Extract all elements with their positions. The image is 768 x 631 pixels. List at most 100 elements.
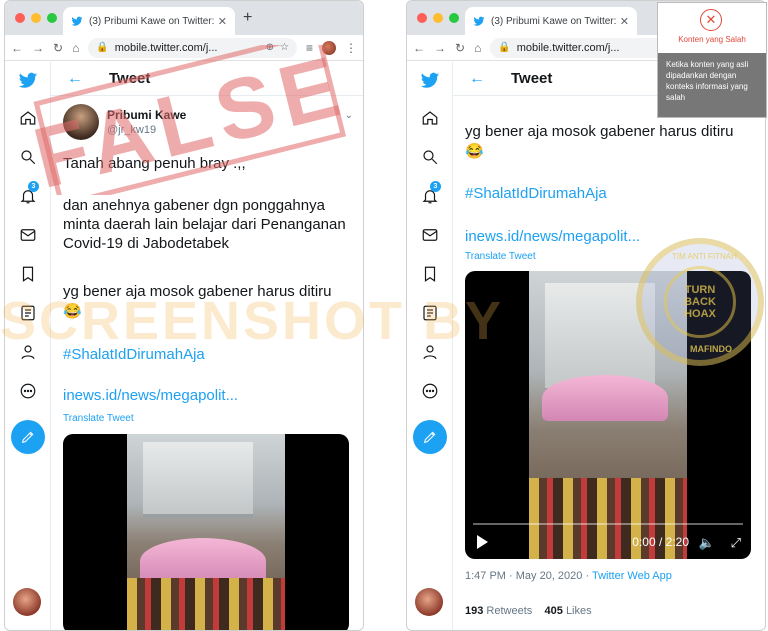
play-icon[interactable] — [477, 535, 488, 549]
fullscreen-icon[interactable]: ⤢ — [731, 535, 741, 551]
twitter-app: 3 ← Tweet Pribumi Kawe @jr_kw19 ⌄ Tanah … — [5, 62, 363, 630]
nav-rail: 3 — [407, 62, 453, 630]
minimize-window-button[interactable] — [31, 13, 41, 23]
maximize-window-button[interactable] — [47, 13, 57, 23]
tab-bar: (3) Pribumi Kawe on Twitter: "T ✕ + — [5, 1, 363, 35]
volume-icon[interactable]: 🔈 — [699, 535, 715, 551]
close-window-button[interactable] — [15, 13, 25, 23]
tweet-video[interactable] — [63, 434, 349, 630]
tab-title: (3) Pribumi Kawe on Twitter: "T — [491, 15, 616, 27]
star-icon[interactable]: ☆ — [280, 42, 289, 53]
tweet-hashtag[interactable]: #ShalatIdDirumahAja — [63, 345, 353, 364]
compose-tweet-button[interactable] — [11, 420, 45, 454]
more-dots-icon[interactable] — [420, 381, 440, 401]
window-controls — [417, 13, 459, 23]
add-icon[interactable]: ⊕ — [266, 42, 274, 53]
laugh-emoji-icon: 😂 — [63, 303, 82, 320]
reading-list-icon[interactable]: ≡ — [306, 41, 313, 55]
back-arrow-icon[interactable]: ← — [67, 70, 95, 88]
screenshot-stage: (3) Pribumi Kawe on Twitter: "T ✕ + ← → … — [0, 0, 768, 631]
forward-arrow-icon[interactable]: → — [32, 41, 44, 55]
forward-arrow-icon[interactable]: → — [434, 41, 446, 55]
false-context-note: ✕ Konten yang Salah Ketika konten yang a… — [657, 2, 767, 118]
back-arrow-icon[interactable]: ← — [413, 41, 425, 55]
laugh-emoji-icon: 😂 — [465, 143, 484, 160]
menu-dots-icon[interactable]: ⋮ — [345, 41, 357, 55]
notification-badge: 3 — [28, 181, 39, 192]
author-avatar[interactable] — [63, 104, 99, 140]
bookmarks-icon[interactable] — [18, 264, 38, 284]
more-dots-icon[interactable] — [18, 381, 38, 401]
note-label: Konten yang Salah — [678, 35, 746, 44]
reload-icon[interactable]: ↻ — [455, 41, 465, 55]
nav-rail: 3 — [5, 62, 51, 630]
new-tab-button[interactable]: + — [243, 9, 252, 27]
twitter-logo-icon[interactable] — [420, 70, 440, 90]
home-icon[interactable] — [420, 108, 440, 128]
compose-tweet-button[interactable] — [413, 420, 447, 454]
twitter-app: 3 ← Tweet yg bener aja mosok gabener har… — [407, 62, 765, 630]
explore-search-icon[interactable] — [18, 147, 38, 167]
twitter-icon — [71, 16, 83, 26]
author-name: Pribumi Kawe — [107, 108, 187, 122]
lists-icon[interactable] — [18, 303, 38, 323]
browser-tab[interactable]: (3) Pribumi Kawe on Twitter: "T ✕ — [465, 7, 637, 35]
messages-mail-icon[interactable] — [420, 225, 440, 245]
profile-icon[interactable] — [18, 342, 38, 362]
home-icon[interactable]: ⌂ — [474, 41, 481, 55]
back-arrow-icon[interactable]: ← — [469, 70, 497, 88]
video-crowd — [127, 578, 285, 630]
chevron-down-icon[interactable]: ⌄ — [345, 110, 353, 121]
video-progress-bar[interactable] — [473, 523, 743, 525]
wrong-x-icon: ✕ — [700, 9, 722, 31]
close-window-button[interactable] — [417, 13, 427, 23]
tweet-detail: ← Tweet Pribumi Kawe @jr_kw19 ⌄ Tanah ab… — [51, 62, 363, 630]
retweets-label[interactable]: Retweets — [486, 605, 532, 617]
messages-mail-icon[interactable] — [18, 225, 38, 245]
account-avatar[interactable] — [415, 588, 443, 616]
account-avatar[interactable] — [13, 588, 41, 616]
profile-avatar-icon[interactable] — [322, 40, 336, 55]
tweet-detail: ← Tweet yg bener aja mosok gabener harus… — [453, 62, 765, 630]
page-title: Tweet — [511, 70, 553, 87]
notifications-bell-icon[interactable]: 3 — [420, 181, 441, 206]
twitter-icon — [473, 16, 485, 26]
tweet-link[interactable]: inews.id/news/megapolit... — [63, 387, 238, 404]
tweet-timestamp: 1:47 PM · May 20, 2020 · — [465, 570, 590, 582]
home-icon[interactable] — [18, 108, 38, 128]
translate-tweet-link[interactable]: Translate Tweet — [465, 251, 536, 262]
tweet-text-line3: yg bener aja mosok gabener harus ditiru — [63, 283, 332, 300]
tweet-video[interactable]: 0:00 / 2:20 🔈 ⤢ — [465, 271, 751, 559]
translate-tweet-link[interactable]: Translate Tweet — [63, 413, 134, 424]
home-icon[interactable]: ⌂ — [72, 41, 79, 55]
browser-toolbar: ← → ↻ ⌂ 🔒 mobile.twitter.com/j... ⊕ ☆ ≡ … — [5, 35, 363, 61]
reload-icon[interactable]: ↻ — [53, 41, 63, 55]
lock-icon: 🔒 — [498, 42, 511, 53]
twitter-logo-icon[interactable] — [18, 70, 38, 90]
close-tab-icon[interactable]: ✕ — [218, 15, 227, 28]
page-header: ← Tweet — [51, 62, 363, 96]
notification-badge: 3 — [430, 181, 441, 192]
address-bar[interactable]: 🔒 mobile.twitter.com/j... ⊕ ☆ — [88, 37, 297, 58]
maximize-window-button[interactable] — [449, 13, 459, 23]
tweet-link[interactable]: inews.id/news/megapolit... — [465, 228, 640, 245]
notifications-bell-icon[interactable]: 3 — [18, 181, 39, 206]
explore-search-icon[interactable] — [420, 147, 440, 167]
lists-icon[interactable] — [420, 303, 440, 323]
tweet-stats: 193 Retweets 405 Likes — [465, 605, 592, 617]
back-arrow-icon[interactable]: ← — [11, 41, 23, 55]
tweet-author[interactable]: Pribumi Kawe @jr_kw19 — [63, 104, 186, 140]
likes-label[interactable]: Likes — [566, 605, 592, 617]
video-building — [142, 442, 254, 518]
close-tab-icon[interactable]: ✕ — [620, 15, 629, 28]
tweet-meta: 1:47 PM · May 20, 2020 · Twitter Web App — [465, 570, 672, 582]
tweet-source[interactable]: Twitter Web App — [592, 570, 672, 582]
tweet-hashtag[interactable]: #ShalatIdDirumahAja — [465, 184, 755, 203]
retweet-count: 193 — [465, 605, 484, 617]
tweet-text-line2: dan anehnya gabener dgn ponggahnya minta… — [63, 197, 346, 252]
minimize-window-button[interactable] — [433, 13, 443, 23]
profile-icon[interactable] — [420, 342, 440, 362]
browser-window-left: (3) Pribumi Kawe on Twitter: "T ✕ + ← → … — [4, 0, 364, 631]
bookmarks-icon[interactable] — [420, 264, 440, 284]
browser-tab[interactable]: (3) Pribumi Kawe on Twitter: "T ✕ — [63, 7, 235, 35]
